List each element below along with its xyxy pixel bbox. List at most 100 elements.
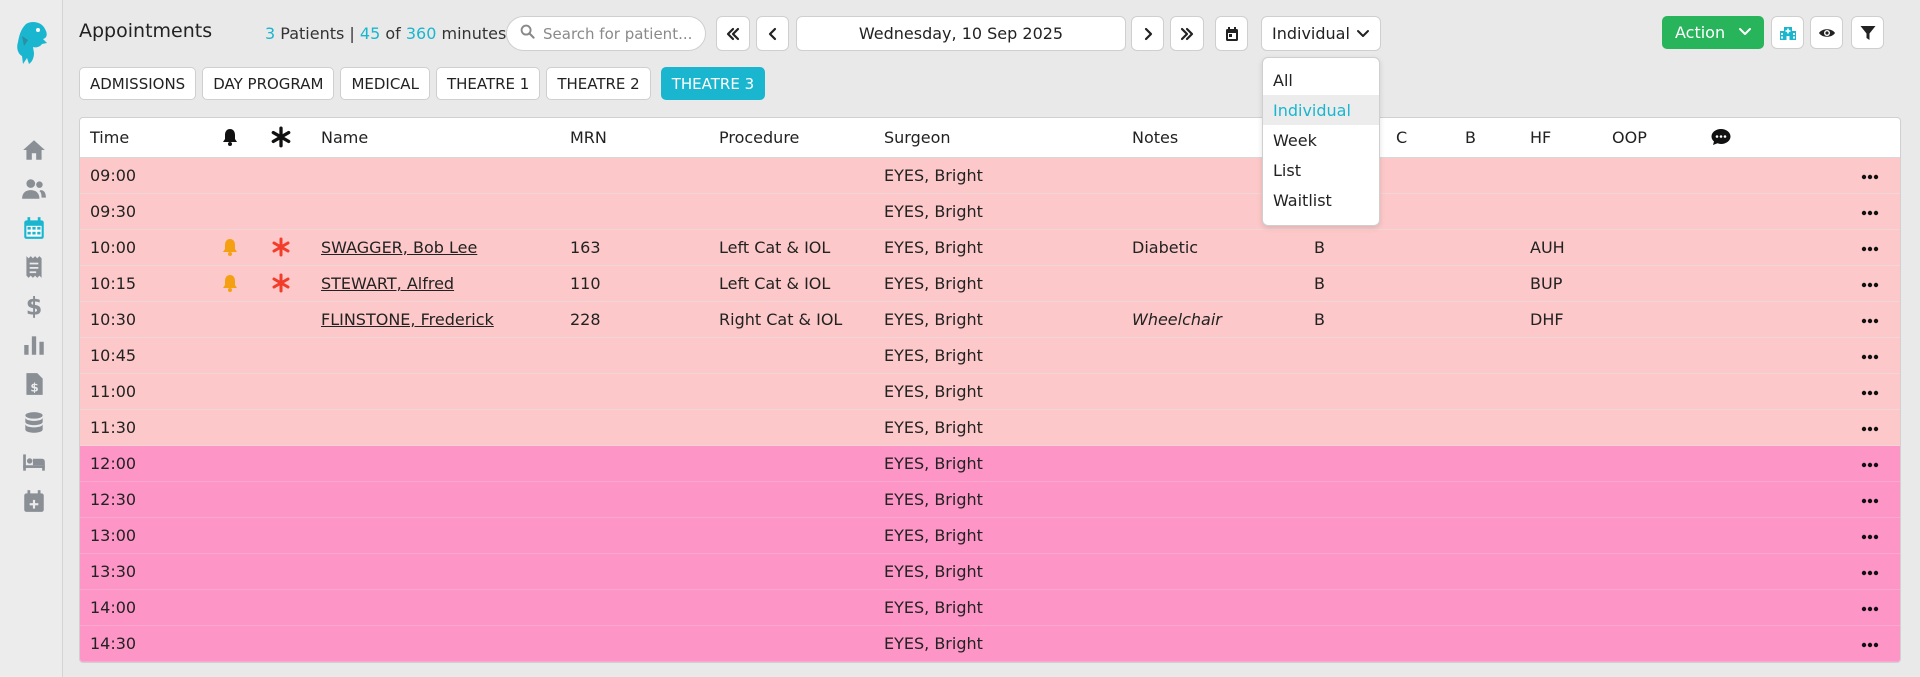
bell-alert-icon[interactable]: [220, 237, 240, 261]
next-day-button[interactable]: [1131, 16, 1164, 51]
mrn-cell: 110: [570, 274, 601, 293]
first-page-button[interactable]: [716, 16, 750, 51]
patients-icon[interactable]: [20, 175, 48, 203]
tab-theatre-2[interactable]: THEATRE 2: [546, 67, 651, 100]
table-row[interactable]: 13:30 EYES, Bright: [80, 554, 1900, 590]
more-options-icon[interactable]: [1861, 564, 1879, 586]
calendar-plus-icon[interactable]: [20, 487, 48, 515]
col-notes[interactable]: Notes: [1132, 128, 1178, 147]
surgeon-cell: EYES, Bright: [884, 418, 983, 437]
view-dropdown-menu: All Individual Week List Waitlist: [1262, 57, 1380, 226]
logo[interactable]: [14, 20, 50, 66]
col-b[interactable]: B: [1465, 128, 1476, 147]
asterisk-flag-icon[interactable]: [271, 273, 291, 297]
tab-theatre-3[interactable]: THEATRE 3: [660, 67, 766, 100]
table-row[interactable]: 12:30 EYES, Bright: [80, 482, 1900, 518]
receipt-icon[interactable]: [20, 253, 48, 281]
table-row[interactable]: 13:00 EYES, Bright: [80, 518, 1900, 554]
table-row[interactable]: 14:30 EYES, Bright: [80, 626, 1900, 662]
table-row[interactable]: 12:00 EYES, Bright: [80, 446, 1900, 482]
mrn-cell: 163: [570, 238, 601, 257]
table-row[interactable]: 09:30 EYES, Bright: [80, 194, 1900, 230]
patient-name-link[interactable]: STEWART, Alfred: [321, 274, 454, 293]
col-name[interactable]: Name: [321, 128, 368, 147]
patient-name-link[interactable]: FLINSTONE, Frederick: [321, 310, 494, 329]
col-procedure[interactable]: Procedure: [719, 128, 799, 147]
time-cell: 12:00: [90, 454, 137, 473]
last-page-button[interactable]: [1170, 16, 1204, 51]
hf-cell: DHF: [1530, 310, 1564, 329]
table-row[interactable]: 09:00 EYES, Bright: [80, 158, 1900, 194]
visibility-button[interactable]: [1810, 16, 1843, 49]
more-options-icon[interactable]: [1861, 204, 1879, 226]
hospital-view-button[interactable]: [1771, 16, 1804, 49]
more-options-icon[interactable]: [1861, 456, 1879, 478]
surgeon-cell: EYES, Bright: [884, 238, 983, 257]
more-options-icon[interactable]: [1861, 384, 1879, 406]
table-row[interactable]: 10:15 STEWART, Alfred 110 Left Cat & IOL EYE…: [80, 266, 1900, 302]
home-icon[interactable]: [20, 136, 48, 164]
invoice-icon[interactable]: $: [20, 370, 48, 398]
action-button[interactable]: Action: [1662, 16, 1764, 49]
chart-icon[interactable]: [20, 331, 48, 359]
asterisk-flag-icon[interactable]: [271, 237, 291, 261]
table-row[interactable]: 14:00 EYES, Bright: [80, 590, 1900, 626]
surgeon-cell: EYES, Bright: [884, 598, 983, 617]
time-cell: 14:00: [90, 598, 137, 617]
more-options-icon[interactable]: [1861, 528, 1879, 550]
table-row[interactable]: 11:00 EYES, Bright: [80, 374, 1900, 410]
time-cell: 14:30: [90, 634, 137, 653]
more-options-icon[interactable]: [1861, 312, 1879, 334]
filter-button[interactable]: [1851, 16, 1884, 49]
more-options-icon[interactable]: [1861, 600, 1879, 622]
surgeon-cell: EYES, Bright: [884, 274, 983, 293]
view-option-list[interactable]: List: [1263, 155, 1379, 185]
table-row[interactable]: 11:30 EYES, Bright: [80, 410, 1900, 446]
view-option-waitlist[interactable]: Waitlist: [1263, 185, 1379, 215]
more-options-icon[interactable]: [1861, 636, 1879, 658]
tab-admissions[interactable]: ADMISSIONS: [79, 67, 197, 100]
tab-day-program[interactable]: DAY PROGRAM: [202, 67, 335, 100]
minutes-total: 360: [405, 24, 437, 43]
surgeon-cell: EYES, Bright: [884, 490, 983, 509]
col-c[interactable]: C: [1396, 128, 1407, 147]
chevron-right-icon: [1144, 27, 1152, 40]
col-surgeon[interactable]: Surgeon: [884, 128, 951, 147]
table-row[interactable]: 10:45 EYES, Bright: [80, 338, 1900, 374]
tab-medical[interactable]: MEDICAL: [340, 67, 430, 100]
search-input[interactable]: [543, 24, 703, 43]
dollar-icon[interactable]: $: [20, 292, 48, 320]
more-options-icon[interactable]: [1861, 240, 1879, 262]
time-cell: 11:30: [90, 418, 137, 437]
bed-icon[interactable]: [20, 448, 48, 476]
col-oop[interactable]: OOP: [1612, 128, 1647, 147]
col-hf[interactable]: HF: [1530, 128, 1551, 147]
more-options-icon[interactable]: [1861, 492, 1879, 514]
date-picker-button[interactable]: [1215, 16, 1248, 51]
search-icon: [520, 24, 535, 43]
col-mrn[interactable]: MRN: [570, 128, 607, 147]
view-option-individual[interactable]: Individual: [1263, 95, 1379, 125]
view-select[interactable]: Individual: [1261, 16, 1381, 51]
prev-day-button[interactable]: [756, 16, 789, 51]
view-option-week[interactable]: Week: [1263, 125, 1379, 155]
double-chevron-left-icon: [726, 27, 740, 40]
more-options-icon[interactable]: [1861, 276, 1879, 298]
sidebar: $ $: [0, 0, 63, 677]
table-row[interactable]: 10:30 FLINSTONE, Frederick 228 Right Cat & …: [80, 302, 1900, 338]
col-time[interactable]: Time: [90, 128, 129, 147]
calendar-icon[interactable]: [20, 214, 48, 242]
bell-alert-icon[interactable]: [220, 273, 240, 297]
tab-theatre-1[interactable]: THEATRE 1: [435, 67, 541, 100]
time-cell: 10:00: [90, 238, 137, 257]
view-option-all[interactable]: All: [1263, 65, 1379, 95]
database-icon[interactable]: [20, 409, 48, 437]
table-row[interactable]: 10:00 SWAGGER, Bob Lee 163 Left Cat & IOL EY…: [80, 230, 1900, 266]
patient-name-link[interactable]: SWAGGER, Bob Lee: [321, 238, 477, 257]
svg-text:$: $: [26, 293, 43, 319]
date-display[interactable]: Wednesday, 10 Sep 2025: [796, 16, 1126, 51]
more-options-icon[interactable]: [1861, 420, 1879, 442]
more-options-icon[interactable]: [1861, 348, 1879, 370]
more-options-icon[interactable]: [1861, 168, 1879, 190]
table-body: 09:00 EYES, Bright 09:30 EYES, Bright 10:00 S…: [80, 158, 1900, 662]
